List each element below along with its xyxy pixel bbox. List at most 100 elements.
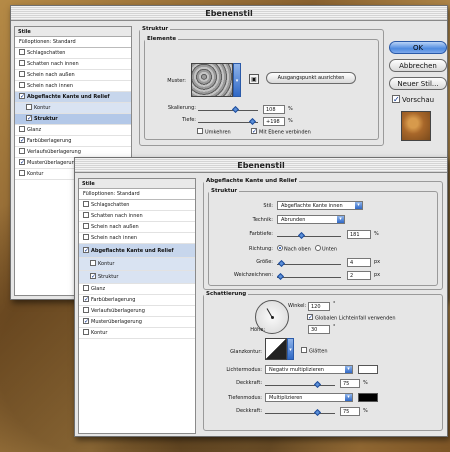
direction-down-option[interactable]: Unten: [315, 245, 337, 253]
soften-slider[interactable]: [276, 272, 341, 281]
global-light-checkbox[interactable]: ✓: [307, 314, 313, 321]
front-style-gradient-overlay[interactable]: Verlaufsüberlagerung: [79, 306, 195, 317]
anti-aliased-option[interactable]: Glätten: [301, 347, 328, 355]
highlight-color-swatch[interactable]: [358, 365, 378, 374]
front-style-drop-shadow[interactable]: Schlagschatten: [79, 200, 195, 211]
front-style-blending-options[interactable]: Fülloptionen: Standard: [79, 189, 195, 200]
highlight-mode-select[interactable]: Negativ multiplizieren ▾: [265, 365, 353, 374]
back-depth-input[interactable]: +198: [263, 117, 285, 126]
front-style-inner-shadow[interactable]: Schatten nach innen: [79, 211, 195, 222]
back-dialog-title: Ebenenstil: [11, 6, 447, 21]
back-style-outer-glow[interactable]: Schein nach außen: [15, 70, 131, 81]
back-checkbox-gradient-overlay[interactable]: [19, 147, 25, 154]
back-depth-slider[interactable]: [198, 117, 258, 126]
shadow-opacity-slider[interactable]: [265, 408, 335, 417]
back-pattern-dropdown-arrow[interactable]: ▾: [233, 63, 241, 97]
back-link-checkbox[interactable]: ✓: [251, 128, 257, 135]
front-style-stroke[interactable]: Kontur: [79, 328, 195, 339]
back-scale-slider[interactable]: [198, 105, 258, 114]
front-checkbox-drop-shadow[interactable]: [83, 200, 89, 207]
shadow-color-swatch[interactable]: [358, 393, 378, 402]
back-style-blending-options[interactable]: Fülloptionen: Standard: [15, 37, 131, 48]
front-checkbox-inner-glow[interactable]: [83, 233, 89, 240]
back-checkbox-color-overlay[interactable]: ✓: [19, 136, 25, 143]
direction-down-radio[interactable]: [315, 245, 321, 251]
front-checkbox-stroke[interactable]: [83, 328, 89, 335]
back-style-texture[interactable]: ✓ Struktur: [15, 114, 131, 125]
front-checkbox-bevel[interactable]: ✓: [83, 246, 89, 253]
technique-select[interactable]: Abrunden ▾: [277, 215, 345, 224]
preview-option[interactable]: ✓ Vorschau: [392, 95, 434, 104]
back-invert-checkbox[interactable]: [197, 128, 203, 134]
back-styles-header: Stile: [15, 27, 131, 37]
back-style-inner-shadow[interactable]: Schatten nach innen: [15, 59, 131, 70]
back-scale-input[interactable]: 108: [263, 105, 285, 114]
front-style-contour[interactable]: Kontur: [79, 258, 195, 271]
back-checkbox-inner-glow[interactable]: [19, 81, 25, 88]
angle-input[interactable]: 120: [308, 302, 330, 311]
back-style-satin[interactable]: Glanz: [15, 125, 131, 136]
new-style-button[interactable]: Neuer Stil...: [389, 77, 447, 90]
back-style-bevel-emboss[interactable]: ✓ Abgeflachte Kante und Relief: [15, 92, 131, 103]
front-style-color-overlay[interactable]: ✓ Farbüberlagerung: [79, 295, 195, 306]
cancel-button[interactable]: Abbrechen: [389, 59, 447, 72]
back-checkbox-stroke[interactable]: [19, 169, 25, 176]
angle-label: Winkel:: [288, 303, 307, 309]
altitude-input[interactable]: 30: [308, 325, 330, 334]
front-checkbox-color-overlay[interactable]: ✓: [83, 295, 89, 302]
back-checkbox-satin[interactable]: [19, 125, 25, 132]
front-style-satin[interactable]: Glanz: [79, 284, 195, 295]
highlight-opacity-input[interactable]: 75: [340, 379, 360, 388]
front-checkbox-satin[interactable]: [83, 284, 89, 291]
shadow-opacity-input[interactable]: 75: [340, 407, 360, 416]
back-checkbox-contour[interactable]: [26, 103, 32, 110]
back-snap-to-origin-button[interactable]: Ausgangspunkt ausrichten: [266, 72, 356, 84]
front-style-texture[interactable]: ✓ Struktur: [79, 271, 195, 284]
preview-checkbox[interactable]: ✓: [392, 95, 400, 104]
back-checkbox-drop-shadow[interactable]: [19, 48, 25, 55]
front-style-inner-glow[interactable]: Schein nach innen: [79, 233, 195, 244]
ok-button[interactable]: OK: [389, 41, 447, 54]
gloss-contour-arrow[interactable]: ▾: [287, 338, 294, 360]
highlight-mode-arrow-icon: ▾: [345, 366, 352, 373]
back-new-preset-icon[interactable]: ▣: [249, 74, 259, 84]
back-checkbox-inner-shadow[interactable]: [19, 59, 25, 66]
back-link-option[interactable]: ✓ Mit Ebene verbinden: [251, 128, 311, 136]
highlight-opacity-slider[interactable]: [265, 380, 335, 389]
front-style-outer-glow[interactable]: Schein nach außen: [79, 222, 195, 233]
back-checkbox-pattern-overlay[interactable]: ✓: [19, 158, 25, 165]
depth-slider[interactable]: [277, 231, 341, 240]
technique-select-value: Abrunden: [281, 217, 306, 223]
soften-input[interactable]: 2: [347, 271, 371, 280]
front-checkbox-texture[interactable]: ✓: [90, 272, 96, 279]
back-style-inner-glow[interactable]: Schein nach innen: [15, 81, 131, 92]
back-invert-option[interactable]: Umkehren: [197, 128, 231, 136]
direction-up-option[interactable]: Nach oben: [277, 245, 311, 253]
anti-aliased-checkbox[interactable]: [301, 347, 307, 353]
front-checkbox-gradient-overlay[interactable]: [83, 306, 89, 313]
back-style-drop-shadow[interactable]: Schlagschatten: [15, 48, 131, 59]
back-checkbox-texture[interactable]: ✓: [26, 114, 32, 121]
style-select[interactable]: Abgeflachte Kante innen ▾: [277, 201, 363, 210]
back-style-contour[interactable]: Kontur: [15, 103, 131, 114]
back-structure-legend: Struktur: [142, 26, 169, 32]
back-checkbox-outer-glow[interactable]: [19, 70, 25, 77]
back-depth-label: Tiefe:: [182, 117, 196, 123]
front-style-pattern-overlay[interactable]: ✓ Musterüberlagerung: [79, 317, 195, 328]
direction-up-radio[interactable]: [277, 245, 283, 251]
depth-input[interactable]: 181: [347, 230, 371, 239]
back-checkbox-bevel[interactable]: ✓: [19, 92, 25, 99]
front-checkbox-outer-glow[interactable]: [83, 222, 89, 229]
back-pattern-swatch[interactable]: [191, 63, 233, 97]
size-input[interactable]: 4: [347, 258, 371, 267]
global-light-option[interactable]: ✓ Globalen Lichteinfall verwenden: [307, 314, 396, 322]
gloss-contour-swatch[interactable]: [265, 338, 287, 360]
front-checkbox-pattern-overlay[interactable]: ✓: [83, 317, 89, 324]
front-checkbox-inner-shadow[interactable]: [83, 211, 89, 218]
back-style-color-overlay[interactable]: ✓ Farbüberlagerung: [15, 136, 131, 147]
shadow-mode-select[interactable]: Multiplizieren ▾: [265, 393, 353, 402]
size-slider[interactable]: [277, 259, 341, 268]
direction-up-label: Nach oben: [284, 246, 311, 253]
front-checkbox-contour[interactable]: [90, 259, 96, 266]
front-style-bevel-emboss[interactable]: ✓ Abgeflachte Kante und Relief: [79, 244, 195, 258]
